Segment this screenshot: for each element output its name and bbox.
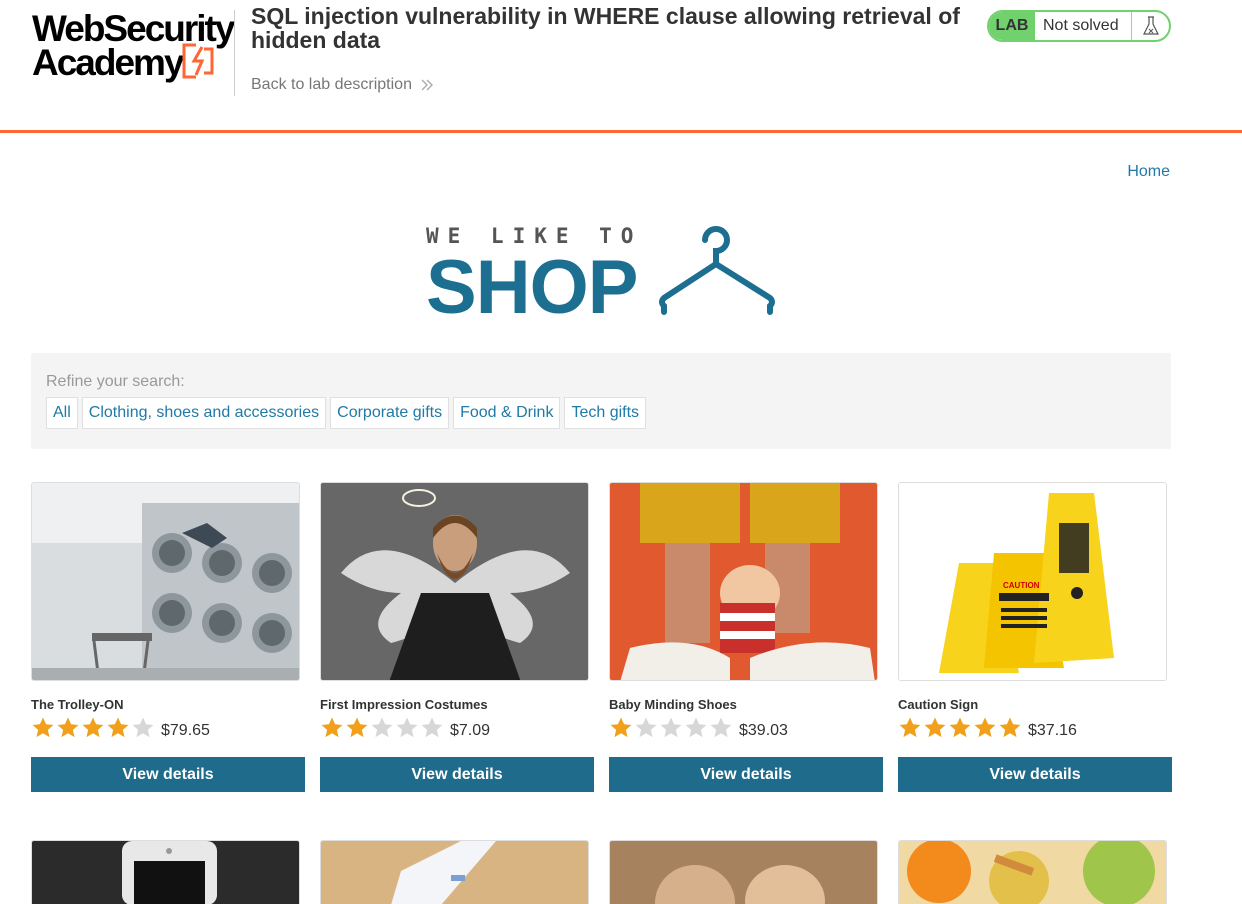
- product-name: First Impression Costumes: [320, 697, 488, 712]
- back-to-lab-description-link[interactable]: Back to lab description: [251, 76, 434, 94]
- star-icon: [346, 717, 368, 738]
- star-icon: [32, 717, 54, 738]
- product-rating: $79.65: [31, 716, 210, 740]
- star-rating: [609, 716, 733, 740]
- star-rating: [31, 716, 155, 740]
- star-icon: [396, 717, 418, 738]
- star-rating: [320, 716, 444, 740]
- filter-corporate-gifts[interactable]: Corporate gifts: [330, 397, 450, 429]
- product-name: Caution Sign: [898, 697, 979, 712]
- banner-shop-word: SHOP: [426, 245, 638, 330]
- filter-clothing-shoes-accessories[interactable]: Clothing, shoes and accessories: [81, 397, 327, 429]
- logo-bolt-icon: [182, 43, 214, 79]
- star-icon: [710, 717, 732, 738]
- star-icon: [321, 717, 343, 738]
- product-name: The Trolley-ON: [31, 697, 124, 712]
- product-image: [609, 840, 878, 904]
- product-price: $7.09: [450, 722, 491, 739]
- product-price: $37.16: [1028, 722, 1077, 739]
- lab-tag: LAB: [989, 12, 1035, 40]
- back-link-label: Back to lab description: [251, 76, 412, 93]
- star-icon: [610, 717, 632, 738]
- product-image: [320, 482, 589, 681]
- star-icon: [999, 717, 1021, 738]
- lab-status-text: Not solved: [1035, 12, 1132, 40]
- svg-text:CAUTION: CAUTION: [1003, 581, 1040, 590]
- clothes-hanger-icon: [659, 226, 775, 315]
- product-rating: $39.03: [609, 716, 788, 740]
- home-link[interactable]: Home: [1127, 163, 1170, 181]
- product-rating: $7.09: [320, 716, 490, 740]
- product-image: [898, 840, 1167, 904]
- product-price: $39.03: [739, 722, 788, 739]
- product-image: [31, 482, 300, 681]
- product-rating: $37.16: [898, 716, 1077, 740]
- web-security-academy-logo[interactable]: WebSecurity Academy: [32, 8, 235, 84]
- star-icon: [57, 717, 79, 738]
- star-icon: [421, 717, 443, 738]
- product-name: Baby Minding Shoes: [609, 697, 737, 712]
- star-icon: [685, 717, 707, 738]
- star-icon: [660, 717, 682, 738]
- logo-line-2: Academy: [32, 42, 185, 83]
- product-image: [31, 840, 300, 904]
- star-rating: [898, 716, 1022, 740]
- star-icon: [635, 717, 657, 738]
- lab-status-widget: LAB Not solved: [987, 10, 1171, 42]
- product-price: $79.65: [161, 722, 210, 739]
- view-details-button[interactable]: View details: [609, 757, 883, 792]
- star-icon: [107, 717, 129, 738]
- view-details-button[interactable]: View details: [320, 757, 594, 792]
- star-icon: [924, 717, 946, 738]
- filter-tech-gifts[interactable]: Tech gifts: [564, 397, 647, 429]
- product-image: [609, 482, 878, 681]
- star-icon: [82, 717, 104, 738]
- category-filter-list: All Clothing, shoes and accessories Corp…: [46, 397, 647, 429]
- filter-food-drink[interactable]: Food & Drink: [453, 397, 561, 429]
- refine-search-label: Refine your search:: [46, 373, 185, 390]
- product-image: CAUTION: [898, 482, 1167, 681]
- view-details-button[interactable]: View details: [898, 757, 1172, 792]
- star-icon: [974, 717, 996, 738]
- search-filter-panel: Refine your search: All Clothing, shoes …: [31, 353, 1171, 449]
- star-icon: [949, 717, 971, 738]
- star-icon: [371, 717, 393, 738]
- filter-all[interactable]: All: [46, 397, 78, 429]
- view-details-button[interactable]: View details: [31, 757, 305, 792]
- star-icon: [899, 717, 921, 738]
- double-chevron-right-icon: [421, 79, 433, 91]
- academy-header: WebSecurity Academy SQL injection vulner…: [0, 0, 1242, 133]
- flask-icon: [1132, 12, 1169, 40]
- star-icon: [132, 717, 154, 738]
- header-divider: [234, 10, 235, 96]
- shop-banner: WE LIKE TO SHOP: [426, 224, 778, 326]
- lab-title: SQL injection vulnerability in WHERE cla…: [251, 3, 960, 53]
- product-image: [320, 840, 589, 904]
